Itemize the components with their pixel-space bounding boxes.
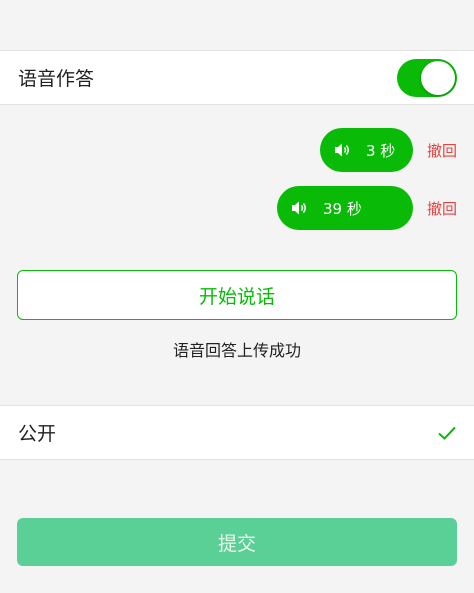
submit-button[interactable]: 提交 <box>17 518 457 566</box>
speaker-icon <box>334 143 349 157</box>
voice-answer-toggle[interactable] <box>397 58 457 97</box>
recording-row: 39 秒 撤回 <box>276 186 457 230</box>
recall-button[interactable]: 撤回 <box>427 140 457 161</box>
start-speaking-button[interactable]: 开始说话 <box>17 270 457 320</box>
visibility-row[interactable]: 公开 <box>0 405 474 460</box>
voice-bubble[interactable]: 3 秒 <box>319 128 413 172</box>
voice-duration: 39 秒 <box>322 199 362 218</box>
check-icon <box>438 426 456 440</box>
voice-answer-label: 语音作答 <box>18 68 95 90</box>
toggle-knob <box>421 60 455 95</box>
visibility-label: 公开 <box>18 423 57 445</box>
recall-button[interactable]: 撤回 <box>427 198 457 219</box>
top-spacer <box>0 0 474 50</box>
voice-answer-row: 语音作答 <box>0 50 474 105</box>
voice-bubble[interactable]: 39 秒 <box>276 186 413 230</box>
voice-duration: 3 秒 <box>365 141 396 160</box>
upload-status-text: 语音回答上传成功 <box>172 341 301 360</box>
voice-answer-area: 3 秒 撤回 39 秒 撤回 开始说话 语音回答上传成功 <box>0 105 474 405</box>
recording-row: 3 秒 撤回 <box>319 128 457 172</box>
speaker-icon <box>291 201 306 215</box>
